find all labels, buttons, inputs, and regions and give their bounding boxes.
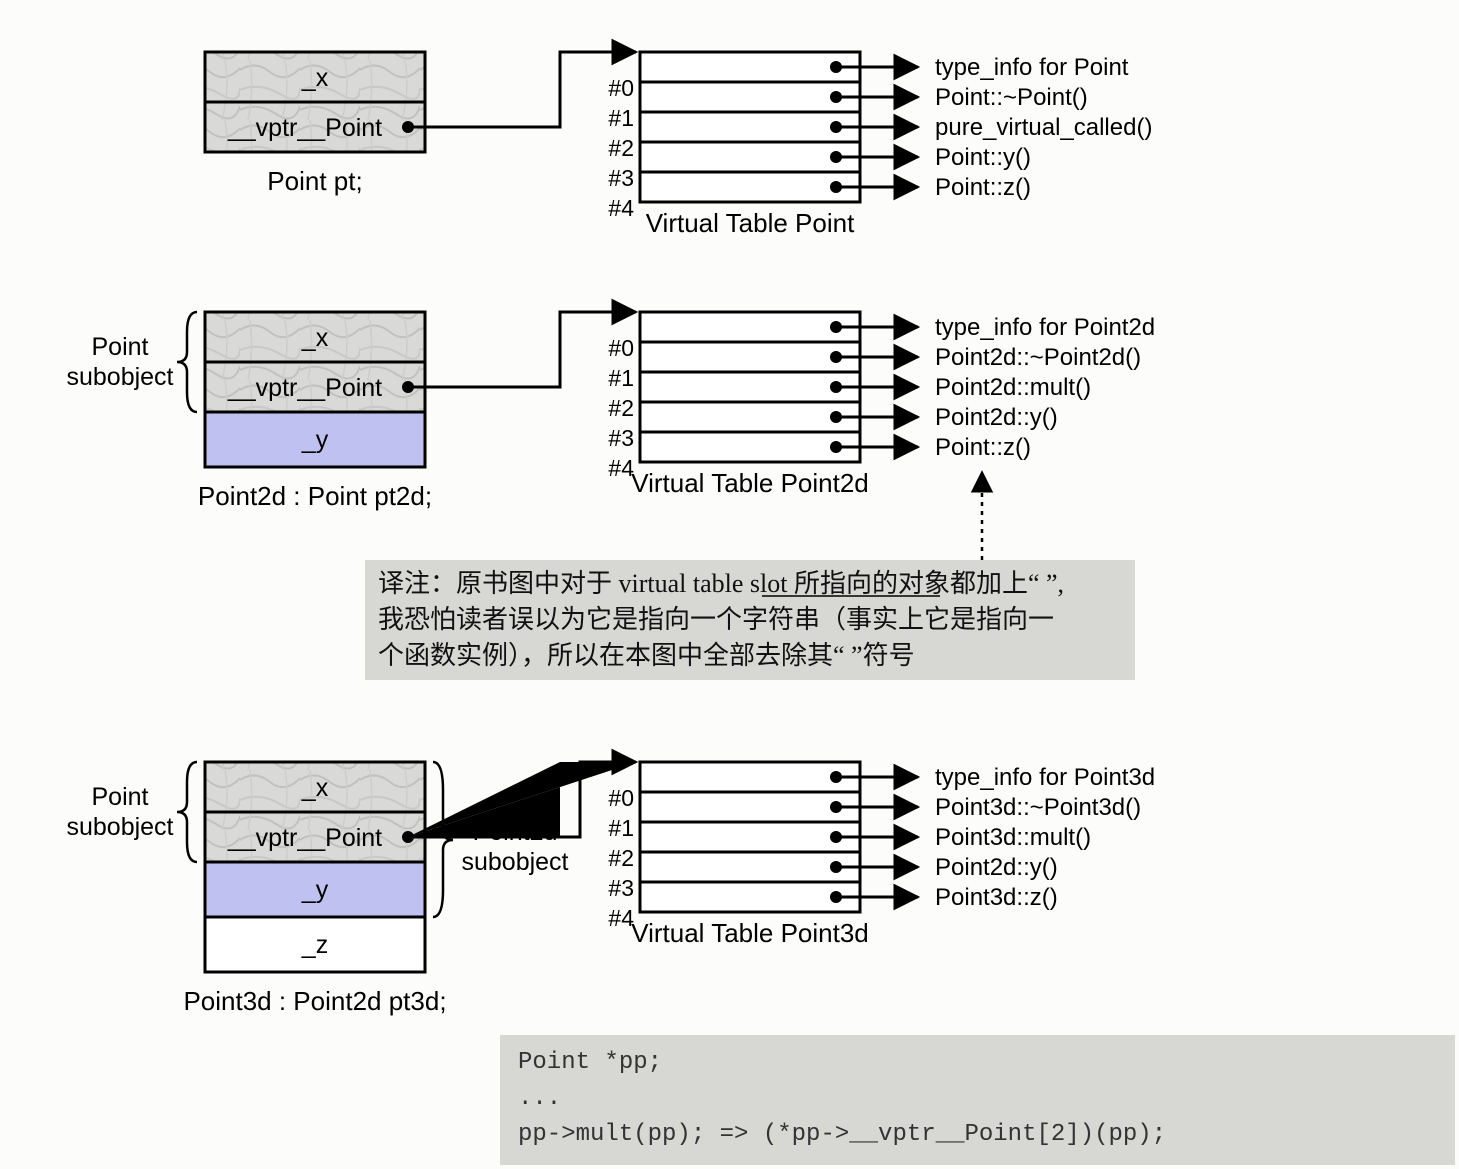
vt-slot: #3 [608,165,634,191]
vt-entry-label: Point::~Point() [935,84,1088,111]
vt-slot: #2 [608,845,634,871]
vt-entry-label: type_info for Point [935,54,1129,81]
field-x: _x [301,64,329,92]
vt-slot: #4 [608,195,634,221]
field-vptr: __vptr__Point [227,374,382,402]
vptr-arrow-icon [408,312,636,387]
obj-point2d: _x __vptr__Point _y [205,312,425,467]
field-vptr: __vptr__Point [227,114,382,142]
obj-caption: Point3d : Point2d pt3d; [183,986,446,1016]
vt-entry-label: Point3d::~Point3d() [935,794,1141,821]
subobject-label: Point [92,333,149,361]
field-vptr: __vptr__Point [227,824,382,852]
obj-caption: Point2d : Point pt2d; [198,481,432,511]
vt-slot: #1 [608,105,634,131]
vt-slot: #1 [608,365,634,391]
vt-entry-label: Point2d::mult() [935,374,1091,401]
field-y: _y [301,426,329,454]
translator-note: 译注：原书图中对于 virtual table slot 所指向的对象都加上“ … [365,472,1135,680]
obj-point: _x __vptr__Point [205,52,425,152]
obj-caption: Point pt; [267,166,362,196]
vt-entry-label: pure_virtual_called() [935,114,1152,141]
code-line: ... [518,1085,561,1112]
vt-slot: #2 [608,395,634,421]
vt-entry-label: Point3d::mult() [935,824,1091,851]
note-line: 译注：原书图中对于 virtual table slot 所指向的对象都加上“ … [378,569,1064,598]
field-x: _x [301,324,329,352]
vtable-point3d: #0 type_info for Point3d #1 Point3d::~Po… [608,762,1155,948]
vt-entry-label: Point::y() [935,144,1031,171]
vt-slot: #0 [608,75,634,101]
brace-left-icon [177,312,197,412]
vt-entry-label: Point2d::~Point2d() [935,344,1141,371]
note-line: 个函数实例），所以在本图中全部去除其“ ”符号 [378,641,915,670]
note-line: 我恐怕读者误以为它是指向一个字符串（事实上它是指向一 [378,605,1054,634]
field-y: _y [301,876,329,904]
vt-slot: #1 [608,815,634,841]
subobject-label: subobject [461,848,568,876]
code-line: pp->mult(pp); => (*pp->__vptr__Point[2])… [518,1121,1166,1148]
vt-entry-label: Point::z() [935,174,1031,201]
code-line: Point *pp; [518,1049,662,1076]
code-example: Point *pp; ... pp->mult(pp); => (*pp->__… [500,1035,1455,1165]
vt-entry-label: Point3d::z() [935,884,1058,911]
vt-entry-label: type_info for Point3d [935,764,1155,791]
vtable-point: #0 type_info for Point #1 Point::~Point(… [608,52,1152,238]
brace-left-icon [177,762,197,862]
field-z: _z [301,931,328,959]
subobject-label: subobject [66,813,173,841]
field-x: _x [301,774,329,802]
vtable-caption: Virtual Table Point2d [631,468,869,498]
vtable-point2d: #0 type_info for Point2d #1 Point2d::~Po… [608,312,1155,498]
vt-slot: #3 [608,875,634,901]
subobject-label: subobject [66,363,173,391]
vt-slot: #3 [608,425,634,451]
subobject-label: Point [92,783,149,811]
vt-slot: #0 [608,335,634,361]
obj-point3d: _x __vptr__Point _y _z [205,762,425,972]
vt-entry-label: type_info for Point2d [935,314,1155,341]
vtable-caption: Virtual Table Point3d [631,918,869,948]
vt-entry-label: Point2d::y() [935,854,1058,881]
vt-slot: #2 [608,135,634,161]
brace-right-icon [433,762,453,917]
vt-slot: #0 [608,785,634,811]
vtable-caption: Virtual Table Point [646,208,855,238]
vt-entry-label: Point2d::y() [935,404,1058,431]
vt-entry-label: Point::z() [935,434,1031,461]
vptr-arrow-icon [408,52,636,127]
